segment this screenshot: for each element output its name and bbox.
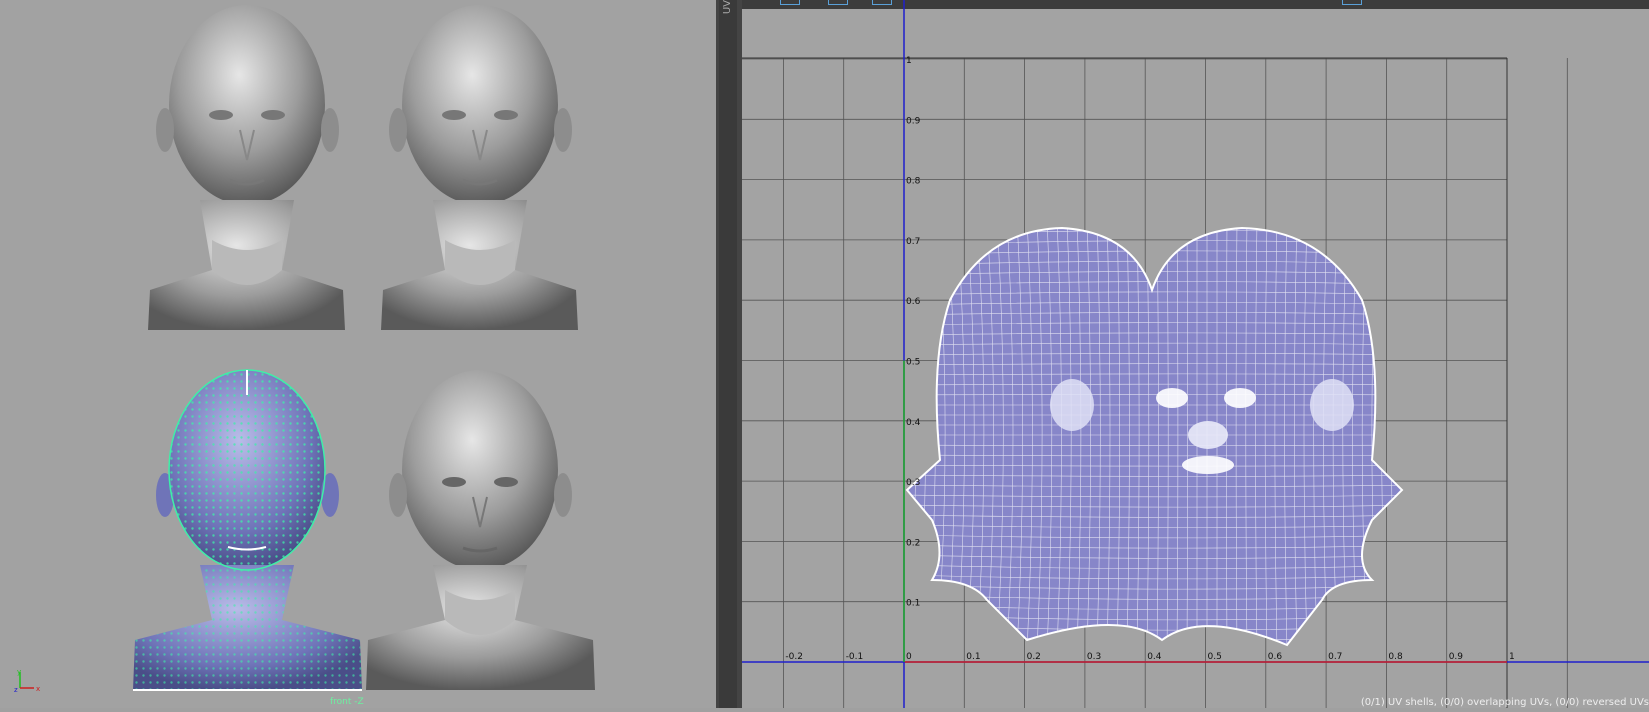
uv-edge [1401, 220, 1407, 650]
uv-status-readout: (0/1) UV shells, (0/0) overlapping UVs, … [1361, 697, 1649, 708]
v-tick-label: 0.7 [906, 237, 920, 247]
uv-edge [902, 241, 1412, 245]
viewport-canvas [0, 0, 716, 708]
u-tick-label: 0.1 [966, 652, 980, 662]
head-model-female-top-right[interactable] [381, 5, 578, 330]
uv-shell-face[interactable] [902, 220, 1412, 651]
v-tick-label: 1 [906, 56, 912, 66]
v-tick-label: 0.1 [906, 599, 920, 609]
head-model-male-bottom-right[interactable] [366, 370, 595, 690]
uv-edge [902, 645, 1412, 651]
uv-edge [902, 220, 1412, 225]
uv-edge [907, 220, 916, 650]
uv-editor-tab-label[interactable]: UV [722, 0, 733, 14]
uv-edge [902, 251, 1412, 255]
axis-gizmo: y x z [14, 668, 44, 698]
v-tick-label: 0.9 [906, 116, 921, 126]
u-tick-label: 0.5 [1208, 652, 1222, 662]
v-tick-label: 0.2 [906, 538, 920, 548]
uv-edge [1391, 220, 1397, 650]
u-tick-label: 0.7 [1328, 652, 1342, 662]
camera-label: front -Z [330, 697, 364, 707]
uv-grid-canvas[interactable]: -0.2 -0.1 0 0.1 0.2 0.3 0.4 0.5 0.6 0.7 0.8 0.9 1 0.1… [742, 0, 1649, 708]
uv-editor-tab-strip [719, 0, 737, 708]
u-tick-label: -0.1 [846, 652, 864, 662]
u-tick-label: 0 [906, 652, 912, 662]
u-tick-label: 0.3 [1087, 652, 1101, 662]
u-tick-label: 0.9 [1449, 652, 1464, 662]
v-tick-label: 0.3 [906, 478, 920, 488]
head-model-female-top-left[interactable] [148, 5, 345, 330]
u-tick-label: 0.6 [1268, 652, 1283, 662]
u-tick-label: 0.4 [1147, 652, 1162, 662]
uv-edge [927, 220, 935, 650]
u-tick-label: 0.2 [1027, 652, 1041, 662]
v-tick-label: 0.4 [906, 418, 921, 428]
uv-edge [902, 230, 1412, 235]
axis-z-label: z [14, 686, 18, 694]
u-tick-label: 0.8 [1388, 652, 1403, 662]
axis-x-label: x [36, 685, 40, 693]
u-tick-label: 1 [1509, 652, 1515, 662]
uv-edge [917, 220, 926, 650]
axis-y-label: y [17, 668, 21, 676]
panel-divider[interactable]: UV [716, 0, 742, 708]
v-tick-label: 0.8 [906, 177, 921, 187]
u-tick-label: -0.2 [785, 652, 803, 662]
uv-editor-panel[interactable]: -0.2 -0.1 0 0.1 0.2 0.3 0.4 0.5 0.6 0.7 0.8 0.9 1 0.1… [742, 0, 1649, 708]
v-tick-label: 0.5 [906, 358, 920, 368]
3d-viewport[interactable]: y x z front -Z [0, 0, 716, 708]
v-tick-label: 0.6 [906, 297, 921, 307]
head-model-male-wireframe-selected[interactable] [133, 370, 362, 690]
